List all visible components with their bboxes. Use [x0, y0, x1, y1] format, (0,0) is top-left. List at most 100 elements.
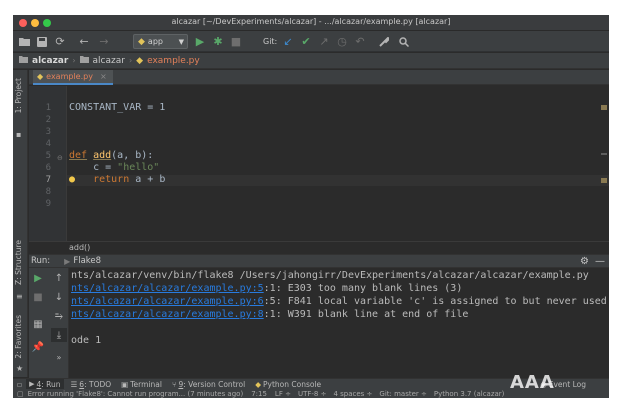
- python-file-icon: ◆: [37, 72, 44, 81]
- file-link[interactable]: nts/alcazar/alcazar/example.py:5: [71, 283, 264, 294]
- history-icon[interactable]: ◷: [335, 34, 349, 49]
- gear-icon[interactable]: ⚙: [580, 256, 589, 267]
- git-commit-icon[interactable]: ✔: [299, 34, 313, 49]
- project-folder-icon: [19, 55, 28, 66]
- status-message[interactable]: Error running 'Flake8': Cannot run progr…: [28, 390, 244, 398]
- run-panel-label: Run:: [31, 256, 51, 266]
- tab-terminal[interactable]: ▣ Terminal: [118, 379, 165, 390]
- breadcrumb-project[interactable]: alcazar: [32, 56, 68, 66]
- run-icon: ▶: [29, 380, 35, 388]
- line-number-gutter: 1 2 3 4 5 6 7 8 9 ⊖: [29, 86, 67, 241]
- project-tool-tab[interactable]: 1: Project: [14, 78, 23, 113]
- git-push-icon[interactable]: ↗: [317, 34, 331, 49]
- scroll-to-end-icon[interactable]: ⤓: [51, 328, 67, 342]
- structure-icon: ≡: [16, 292, 23, 301]
- down-arrow-icon[interactable]: ↓: [51, 290, 67, 304]
- line-number: 9: [45, 199, 51, 209]
- console-line: nts/alcazar/alcazar/example.py:5:1: E303…: [71, 283, 463, 294]
- title-bar: alcazar [~/DevExperiments/alcazar] - ...…: [13, 15, 609, 31]
- code-line-6: c = "hello": [69, 162, 160, 173]
- wrench-icon[interactable]: [377, 34, 391, 49]
- fold-icon[interactable]: ⊖: [57, 154, 63, 162]
- file-link[interactable]: nts/alcazar/alcazar/example.py:6: [71, 296, 264, 307]
- python-interpreter[interactable]: Python 3.7 (alcazar): [434, 390, 505, 398]
- sync-icon[interactable]: ⟳: [53, 34, 67, 49]
- line-number: 3: [45, 127, 51, 137]
- code-line-7: ● return a + b: [69, 174, 166, 185]
- toggle-panels-icon[interactable]: ▫: [17, 380, 22, 389]
- indent-setting[interactable]: 4 spaces ÷: [333, 390, 372, 398]
- line-number: 7: [45, 175, 51, 185]
- folder-icon: [79, 55, 89, 66]
- console-line: nts/alcazar/alcazar/example.py:8:1: W391…: [71, 309, 469, 320]
- soft-wrap-icon[interactable]: ⥱: [51, 309, 67, 323]
- debug-icon[interactable]: ✱: [211, 34, 225, 49]
- code-line-5: def add(a, b):: [69, 150, 154, 161]
- line-number: 4: [45, 139, 51, 149]
- line-separator[interactable]: LF ÷: [275, 390, 291, 398]
- line-number: 6: [45, 163, 51, 173]
- caret-position[interactable]: 7:15: [251, 390, 267, 398]
- breadcrumb-file[interactable]: example.py: [147, 56, 200, 66]
- warning-marker[interactable]: [601, 178, 607, 183]
- console-line: nts/alcazar/venv/bin/flake8 /Users/jahon…: [71, 270, 589, 281]
- breadcrumb-separator-icon: ›: [72, 56, 76, 65]
- favorites-tool-tab[interactable]: 2: Favorites: [14, 315, 23, 359]
- tab-python-console[interactable]: ◆ Python Console: [252, 379, 324, 390]
- save-icon[interactable]: [35, 34, 49, 49]
- rerun-icon[interactable]: ▶: [30, 271, 46, 285]
- breadcrumb-folder[interactable]: alcazar: [93, 56, 125, 66]
- main-toolbar: ⟳ ← → ◆ app ▼ ▶ ✱ ■ Git: ↙ ✔ ↗ ◷ ↶: [13, 31, 609, 52]
- up-arrow-icon[interactable]: ↑: [51, 271, 67, 285]
- layout-icon[interactable]: ▦: [30, 317, 46, 331]
- file-encoding[interactable]: UTF-8 ÷: [298, 390, 327, 398]
- rollback-icon[interactable]: ↶: [353, 34, 367, 49]
- more-icon[interactable]: »: [51, 350, 67, 364]
- warning-marker[interactable]: [601, 105, 607, 110]
- run-tool-strip: ▶ ↑ ■ ↓ ⥱ ▦ ⤓ 📌 »: [29, 268, 69, 378]
- open-folder-icon[interactable]: [17, 34, 31, 49]
- tab-label: example.py: [46, 72, 93, 81]
- line-number: 5: [45, 151, 51, 161]
- git-branch[interactable]: Git: master ÷: [379, 390, 426, 398]
- python-icon: ◆: [255, 379, 262, 389]
- forward-arrow-icon[interactable]: →: [97, 34, 111, 49]
- git-label: Git:: [263, 37, 278, 46]
- git-update-icon[interactable]: ↙: [281, 34, 295, 49]
- run-config-label: app: [147, 37, 163, 46]
- warning-marker[interactable]: [601, 153, 607, 155]
- line-number: 8: [45, 187, 51, 197]
- lightbulb-icon[interactable]: ●: [69, 174, 75, 185]
- run-config-tab[interactable]: Flake8: [73, 256, 101, 266]
- run-config-select[interactable]: ◆ app ▼: [133, 34, 188, 49]
- structure-tool-tab[interactable]: Z: Structure: [14, 240, 23, 285]
- close-tab-icon[interactable]: ×: [100, 72, 107, 81]
- file-link[interactable]: nts/alcazar/alcazar/example.py:8: [71, 309, 264, 320]
- tab-todo[interactable]: ☰ 6: TODO: [68, 379, 115, 390]
- tab-example-py[interactable]: ◆ example.py ×: [33, 70, 113, 85]
- run-icon[interactable]: ▶: [193, 34, 207, 49]
- code-editor[interactable]: 1 2 3 4 5 6 7 8 9 ⊖ CONSTANT_VAR = 1 def…: [29, 86, 609, 241]
- console-line: ode 1: [71, 335, 102, 346]
- status-panel-icon[interactable]: ▢: [17, 390, 24, 398]
- stop-icon[interactable]: ■: [229, 34, 243, 49]
- python-file-icon: ◆: [136, 55, 144, 66]
- hide-panel-icon[interactable]: —: [595, 256, 605, 267]
- tab-run[interactable]: ▶ 4: Run: [26, 378, 64, 390]
- project-panel-icon: ▪: [16, 130, 22, 139]
- line-number: 2: [45, 115, 51, 125]
- function-context[interactable]: add(): [69, 243, 90, 252]
- back-arrow-icon[interactable]: ←: [77, 34, 91, 49]
- console-line: nts/alcazar/alcazar/example.py:6:5: F841…: [71, 296, 607, 307]
- editor-tab-bar: ◆ example.py ×: [29, 70, 609, 85]
- stop-icon[interactable]: ■: [30, 290, 46, 304]
- search-icon[interactable]: [397, 34, 411, 49]
- code-context-bar[interactable]: add(): [29, 241, 609, 254]
- run-console[interactable]: nts/alcazar/venv/bin/flake8 /Users/jahon…: [69, 268, 609, 378]
- tab-version-control[interactable]: ⑂ 9: Version Control: [169, 379, 248, 390]
- branch-icon: ⑂: [171, 379, 177, 389]
- breadcrumb: alcazar › alcazar › ◆ example.py: [13, 53, 609, 69]
- left-tool-strip: 1: Project ▪ Z: Structure ≡ 2: Favorites…: [13, 70, 28, 377]
- code-area[interactable]: CONSTANT_VAR = 1 def add(a, b): c = "hel…: [67, 86, 609, 241]
- pin-icon[interactable]: 📌: [30, 340, 46, 354]
